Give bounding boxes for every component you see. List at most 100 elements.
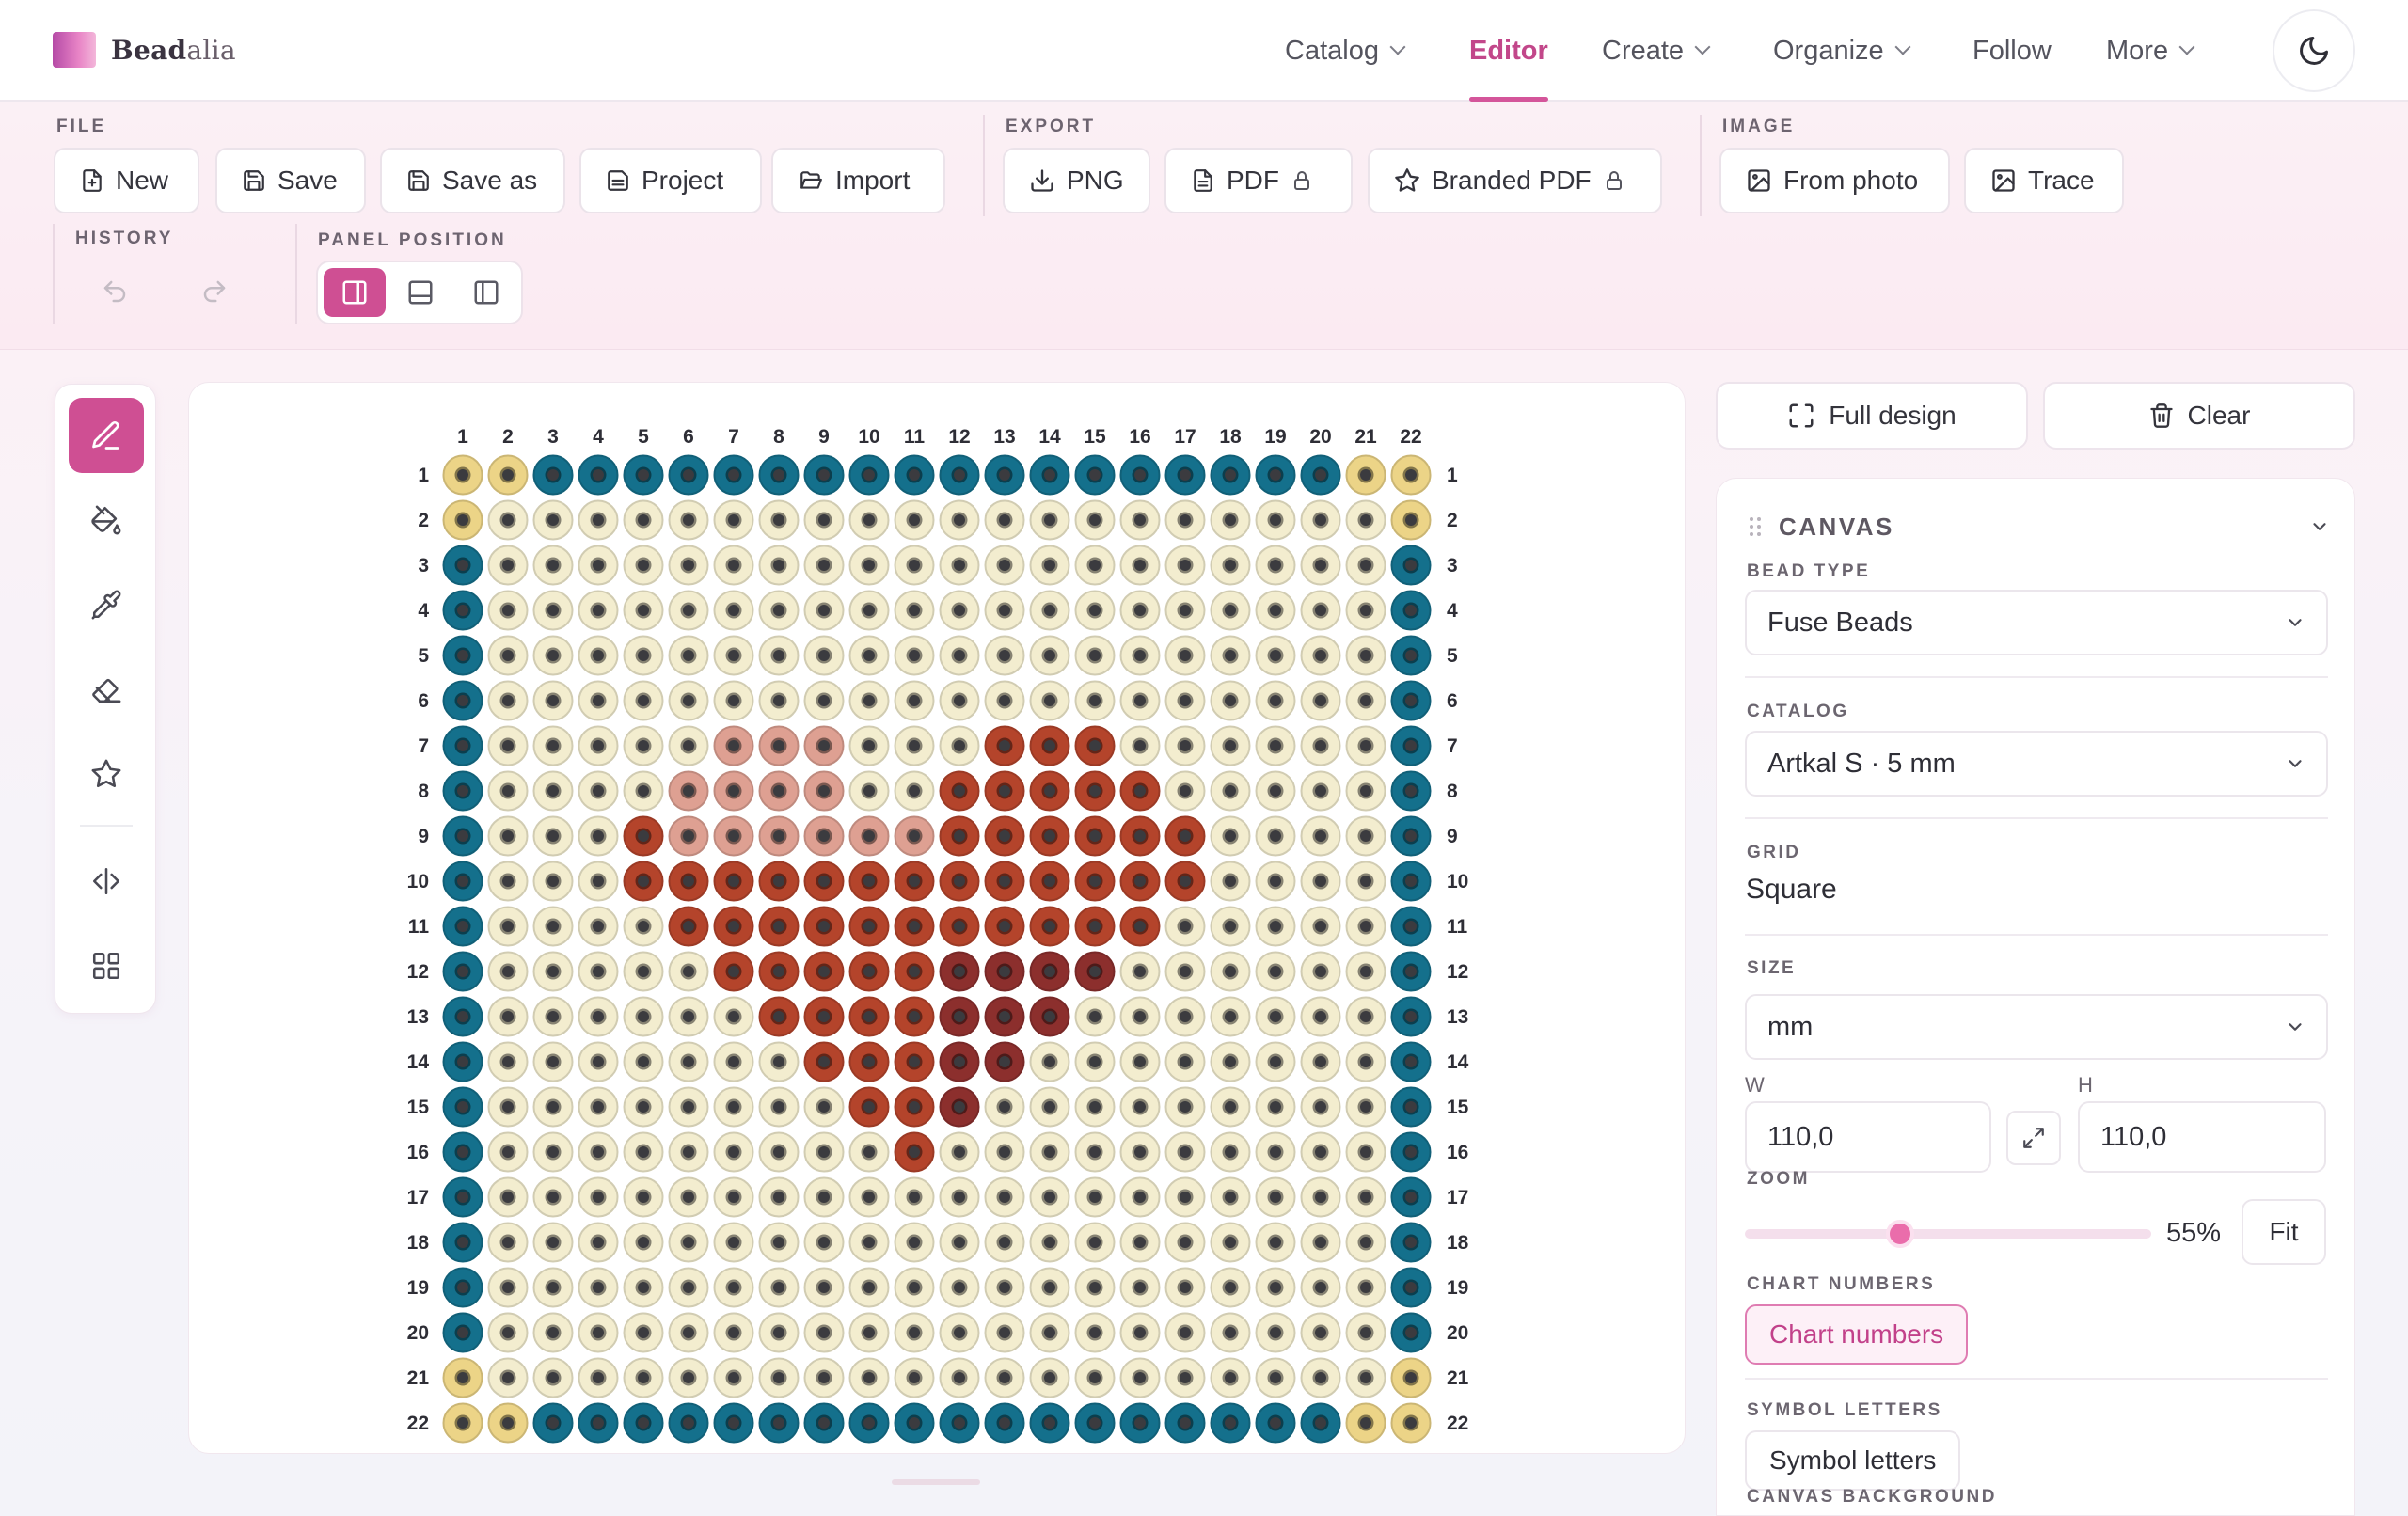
bead[interactable] [758, 1402, 800, 1444]
bead[interactable] [1300, 906, 1341, 947]
bead[interactable] [848, 951, 890, 992]
export-branded-pdf-button[interactable]: Branded PDF [1368, 148, 1662, 213]
bead[interactable] [1210, 725, 1251, 766]
bead[interactable] [1029, 861, 1070, 902]
bead[interactable] [894, 1402, 935, 1444]
bead[interactable] [668, 1222, 709, 1263]
grid-tool-button[interactable] [69, 928, 144, 1003]
bead[interactable] [1074, 1402, 1116, 1444]
bead[interactable] [1074, 1312, 1116, 1353]
redo-button[interactable] [171, 262, 258, 321]
bead[interactable] [578, 1131, 619, 1173]
bead[interactable] [803, 590, 845, 631]
bead[interactable] [1074, 861, 1116, 902]
bead[interactable] [623, 1086, 664, 1128]
bead[interactable] [984, 499, 1025, 541]
bead[interactable] [532, 454, 574, 496]
bead[interactable] [894, 545, 935, 586]
bead[interactable] [1255, 951, 1296, 992]
bead[interactable] [939, 499, 980, 541]
bead[interactable] [803, 1041, 845, 1082]
bead[interactable] [1255, 1357, 1296, 1398]
bead[interactable] [1119, 725, 1161, 766]
bead[interactable] [758, 1267, 800, 1308]
bead[interactable] [1029, 996, 1070, 1037]
bead[interactable] [668, 1312, 709, 1353]
bead[interactable] [984, 770, 1025, 812]
bead[interactable] [578, 1357, 619, 1398]
bead[interactable] [1029, 1086, 1070, 1128]
export-pdf-button[interactable]: PDF [1164, 148, 1353, 213]
bead[interactable] [668, 545, 709, 586]
bead[interactable] [803, 1222, 845, 1263]
nav-create[interactable]: Create [1602, 0, 1711, 102]
bead[interactable] [848, 1312, 890, 1353]
bead[interactable] [1210, 499, 1251, 541]
bead[interactable] [487, 815, 529, 857]
bead[interactable] [1119, 1131, 1161, 1173]
bead[interactable] [939, 635, 980, 676]
bead[interactable] [1345, 951, 1386, 992]
bead[interactable] [1300, 770, 1341, 812]
bead[interactable] [1210, 1402, 1251, 1444]
bead[interactable] [623, 815, 664, 857]
bead[interactable] [1074, 1357, 1116, 1398]
bead[interactable] [1300, 1131, 1341, 1173]
bead[interactable] [984, 1222, 1025, 1263]
bead[interactable] [1300, 680, 1341, 721]
catalog-select[interactable]: Artkal S · 5 mm [1745, 731, 2328, 797]
bead[interactable] [803, 1176, 845, 1218]
bead[interactable] [1300, 996, 1341, 1037]
bead[interactable] [668, 996, 709, 1037]
bead[interactable] [1119, 590, 1161, 631]
bead[interactable] [848, 1176, 890, 1218]
bead[interactable] [487, 1176, 529, 1218]
bead[interactable] [1119, 906, 1161, 947]
bead[interactable] [1300, 545, 1341, 586]
bead[interactable] [1074, 725, 1116, 766]
bead[interactable] [939, 770, 980, 812]
bead[interactable] [894, 590, 935, 631]
bead[interactable] [487, 1222, 529, 1263]
bead[interactable] [984, 1402, 1025, 1444]
bead[interactable] [1029, 1312, 1070, 1353]
bead[interactable] [1210, 996, 1251, 1037]
bead[interactable] [1390, 454, 1432, 496]
bead[interactable] [578, 1176, 619, 1218]
bead[interactable] [1345, 635, 1386, 676]
bead[interactable] [1255, 1041, 1296, 1082]
bead[interactable] [1390, 1131, 1432, 1173]
bead[interactable] [1119, 861, 1161, 902]
bead[interactable] [803, 861, 845, 902]
bead[interactable] [1164, 1222, 1206, 1263]
bead[interactable] [803, 1086, 845, 1128]
bead[interactable] [1164, 770, 1206, 812]
bead[interactable] [1119, 1402, 1161, 1444]
bead[interactable] [578, 635, 619, 676]
bead[interactable] [1164, 1402, 1206, 1444]
bead[interactable] [713, 906, 754, 947]
bead[interactable] [532, 545, 574, 586]
bead[interactable] [984, 545, 1025, 586]
bead[interactable] [1164, 861, 1206, 902]
bead[interactable] [848, 680, 890, 721]
bead[interactable] [487, 1267, 529, 1308]
bead[interactable] [1164, 1357, 1206, 1398]
bead[interactable] [758, 725, 800, 766]
bead[interactable] [713, 635, 754, 676]
bead[interactable] [1119, 499, 1161, 541]
new-button[interactable]: New [54, 148, 199, 213]
bead[interactable] [848, 996, 890, 1037]
nav-follow[interactable]: Follow [1972, 0, 2052, 102]
trace-button[interactable]: Trace [1964, 148, 2124, 213]
bead[interactable] [848, 1086, 890, 1128]
bead[interactable] [848, 770, 890, 812]
bead[interactable] [668, 635, 709, 676]
bead[interactable] [939, 861, 980, 902]
bead[interactable] [442, 1176, 483, 1218]
bead[interactable] [713, 725, 754, 766]
bead[interactable] [758, 1131, 800, 1173]
bead[interactable] [1164, 996, 1206, 1037]
bead[interactable] [939, 725, 980, 766]
bead[interactable] [1029, 1267, 1070, 1308]
